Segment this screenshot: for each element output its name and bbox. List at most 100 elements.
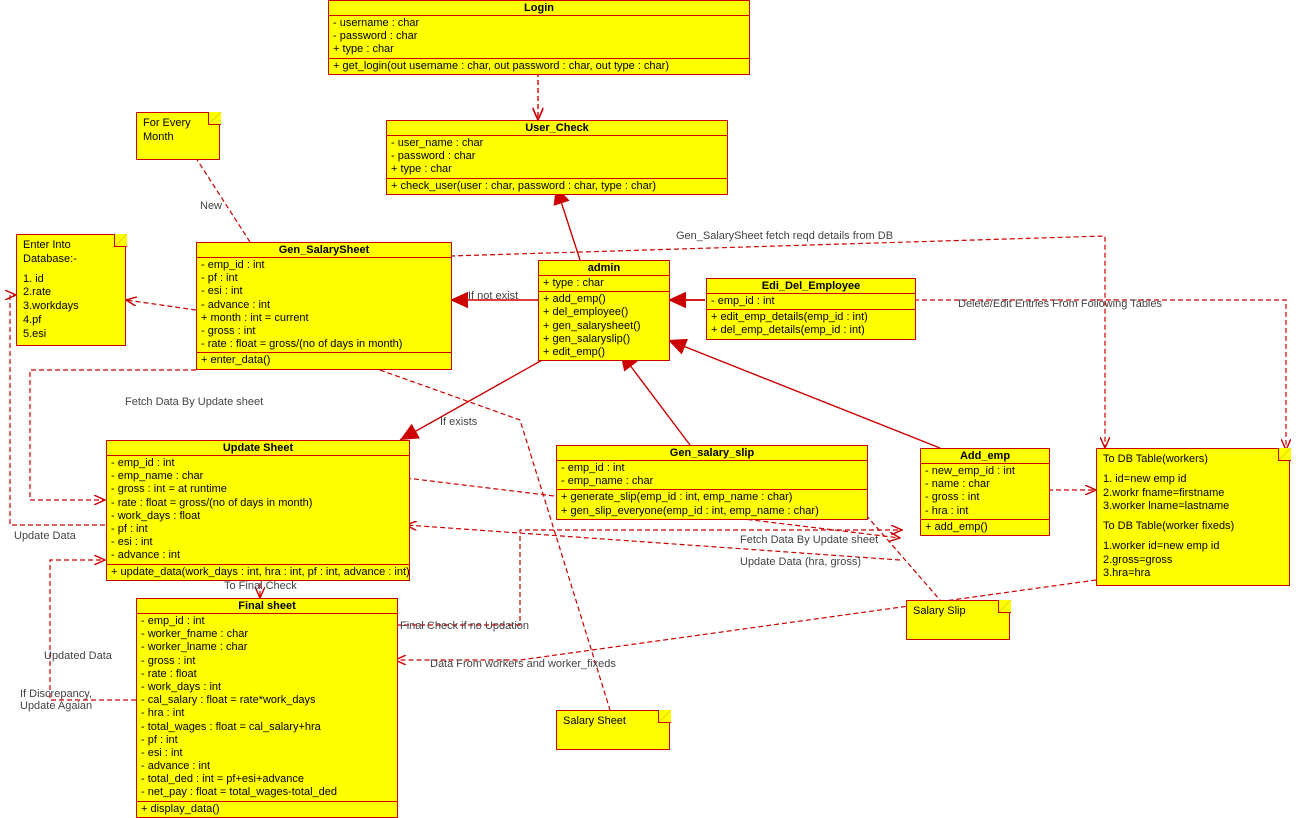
class-gen-salary-slip-ops: + generate_slip(emp_id : int, emp_name :… — [557, 490, 867, 518]
note-item: 4.pf — [23, 314, 119, 328]
attr: - pf : int — [111, 523, 405, 536]
attr: - hra : int — [925, 505, 1045, 518]
attr: - work_days : int — [141, 681, 393, 694]
attr: - esi : int — [111, 536, 405, 549]
op: + del_emp_details(emp_id : int) — [711, 324, 911, 337]
attr: - cal_salary : float = rate*work_days — [141, 694, 393, 707]
class-edi-del-ops: + edit_emp_details(emp_id : int) + del_e… — [707, 310, 915, 338]
class-add-emp-attrs: - new_emp_id : int - name : char - gross… — [921, 464, 1049, 520]
class-gen-salary-slip-title: Gen_salary_slip — [557, 446, 867, 461]
note-item: 3.worker lname=lastname — [1103, 500, 1283, 514]
note-item: 5.esi — [23, 328, 119, 342]
note-item: 1. id — [23, 273, 119, 287]
note-head: Enter Into Database:- — [23, 239, 119, 267]
note-head: To DB Table(worker fixeds) — [1103, 520, 1283, 534]
attr: + type : char — [543, 277, 665, 290]
label-update-data-hra: Update Data (hra, gross) — [740, 556, 861, 568]
attr: - total_wages : float = cal_salary+hra — [141, 721, 393, 734]
attr: - gross : int — [201, 325, 447, 338]
label-fetch-update: Fetch Data By Update sheet — [125, 396, 263, 408]
class-final-sheet: Final sheet - emp_id : int - worker_fnam… — [136, 598, 398, 818]
attr: - gross : int — [141, 655, 393, 668]
class-edi-del-title: Edi_Del_Employee — [707, 279, 915, 294]
class-admin-title: admin — [539, 261, 669, 276]
class-login: Login - username : char - password : cha… — [328, 0, 750, 75]
note-item: 2.gross=gross — [1103, 554, 1283, 568]
attr: - gross : int — [925, 491, 1045, 504]
op: + generate_slip(emp_id : int, emp_name :… — [561, 491, 863, 504]
note-text: For Every Month — [143, 117, 213, 145]
class-login-title: Login — [329, 1, 749, 16]
label-new: New — [200, 200, 222, 212]
class-user-check-attrs: - user_name : char - password : char + t… — [387, 136, 727, 179]
attr: + month : int = current — [201, 312, 447, 325]
class-update-sheet-ops: + update_data(work_days : int, hra : int… — [107, 565, 409, 580]
class-final-sheet-title: Final sheet — [137, 599, 397, 614]
class-add-emp-ops: + add_emp() — [921, 520, 1049, 535]
note-item: 2.workr fname=firstname — [1103, 487, 1283, 501]
attr: - user_name : char — [391, 137, 723, 150]
attr: - total_ded : int = pf+esi+advance — [141, 773, 393, 786]
class-edi-del-attrs: - emp_id : int — [707, 294, 915, 310]
note-text: Salary Sheet — [563, 715, 663, 729]
note-item: 1. id=new emp id — [1103, 473, 1283, 487]
class-gen-salary-slip-attrs: - emp_id : int - emp_name : char — [557, 461, 867, 490]
note-salary-slip: Salary Slip — [906, 600, 1010, 640]
attr: - worker_fname : char — [141, 628, 393, 641]
label-delete-edit: Delete/Edit Entries From Following Table… — [958, 298, 1162, 310]
class-final-sheet-attrs: - emp_id : int - worker_fname : char - w… — [137, 614, 397, 802]
note-db-tables: To DB Table(workers) 1. id=new emp id 2.… — [1096, 448, 1290, 586]
attr: - gross : int = at runtime — [111, 483, 405, 496]
class-update-sheet-attrs: - emp_id : int - emp_name : char - gross… — [107, 456, 409, 565]
attr: - rate : float = gross/(no of days in mo… — [111, 497, 405, 510]
class-user-check-ops: + check_user(user : char, password : cha… — [387, 179, 727, 194]
note-every-month: For Every Month — [136, 112, 220, 160]
note-item: 3.workdays — [23, 300, 119, 314]
op: + edit_emp() — [543, 346, 665, 359]
op: + gen_slip_everyone(emp_id : int, emp_na… — [561, 505, 863, 518]
note-salary-sheet: Salary Sheet — [556, 710, 670, 750]
attr: - esi : int — [141, 747, 393, 760]
attr: - advance : int — [111, 549, 405, 562]
attr: - emp_name : char — [561, 475, 863, 488]
class-user-check-title: User_Check — [387, 121, 727, 136]
attr: - pf : int — [201, 272, 447, 285]
op: + enter_data() — [201, 354, 447, 367]
class-update-sheet-title: Update Sheet — [107, 441, 409, 456]
attr: - emp_id : int — [141, 615, 393, 628]
attr: - emp_id : int — [111, 457, 405, 470]
attr: - emp_id : int — [561, 462, 863, 475]
class-final-sheet-ops: + display_data() — [137, 802, 397, 817]
class-gen-salarysheet-attrs: - emp_id : int - pf : int - esi : int - … — [197, 258, 451, 353]
class-add-emp-title: Add_emp — [921, 449, 1049, 464]
attr: - hra : int — [141, 707, 393, 720]
label-if-exists: If exists — [440, 416, 477, 428]
class-login-ops: + get_login(out username : char, out pas… — [329, 59, 749, 74]
attr: - emp_name : char — [111, 470, 405, 483]
class-admin-ops: + add_emp() + del_employee() + gen_salar… — [539, 292, 669, 360]
attr: - work_days : float — [111, 510, 405, 523]
op: + get_login(out username : char, out pas… — [333, 60, 745, 73]
label-fetch-update2: Fetch Data By Update sheet — [740, 534, 878, 546]
note-item: 2.rate — [23, 286, 119, 300]
attr: - name : char — [925, 478, 1045, 491]
label-data-from-workers: Data From workers and worker_fixeds — [430, 658, 616, 670]
label-to-final-check: To Final Check — [224, 580, 297, 592]
op: + update_data(work_days : int, hra : int… — [111, 566, 405, 579]
op: + gen_salaryslip() — [543, 333, 665, 346]
class-user-check: User_Check - user_name : char - password… — [386, 120, 728, 195]
op: + gen_salarysheet() — [543, 320, 665, 333]
class-gen-salarysheet-ops: + enter_data() — [197, 353, 451, 368]
attr: - emp_id : int — [201, 259, 447, 272]
note-enter-db: Enter Into Database:- 1. id 2.rate 3.wor… — [16, 234, 126, 346]
class-add-emp: Add_emp - new_emp_id : int - name : char… — [920, 448, 1050, 536]
attr: - esi : int — [201, 285, 447, 298]
attr: - username : char — [333, 17, 745, 30]
op: + add_emp() — [925, 521, 1045, 534]
attr: - advance : int — [201, 299, 447, 312]
op: + edit_emp_details(emp_id : int) — [711, 311, 911, 324]
attr: - rate : float — [141, 668, 393, 681]
attr: - password : char — [333, 30, 745, 43]
op: + check_user(user : char, password : cha… — [391, 180, 723, 193]
note-head: To DB Table(workers) — [1103, 453, 1283, 467]
